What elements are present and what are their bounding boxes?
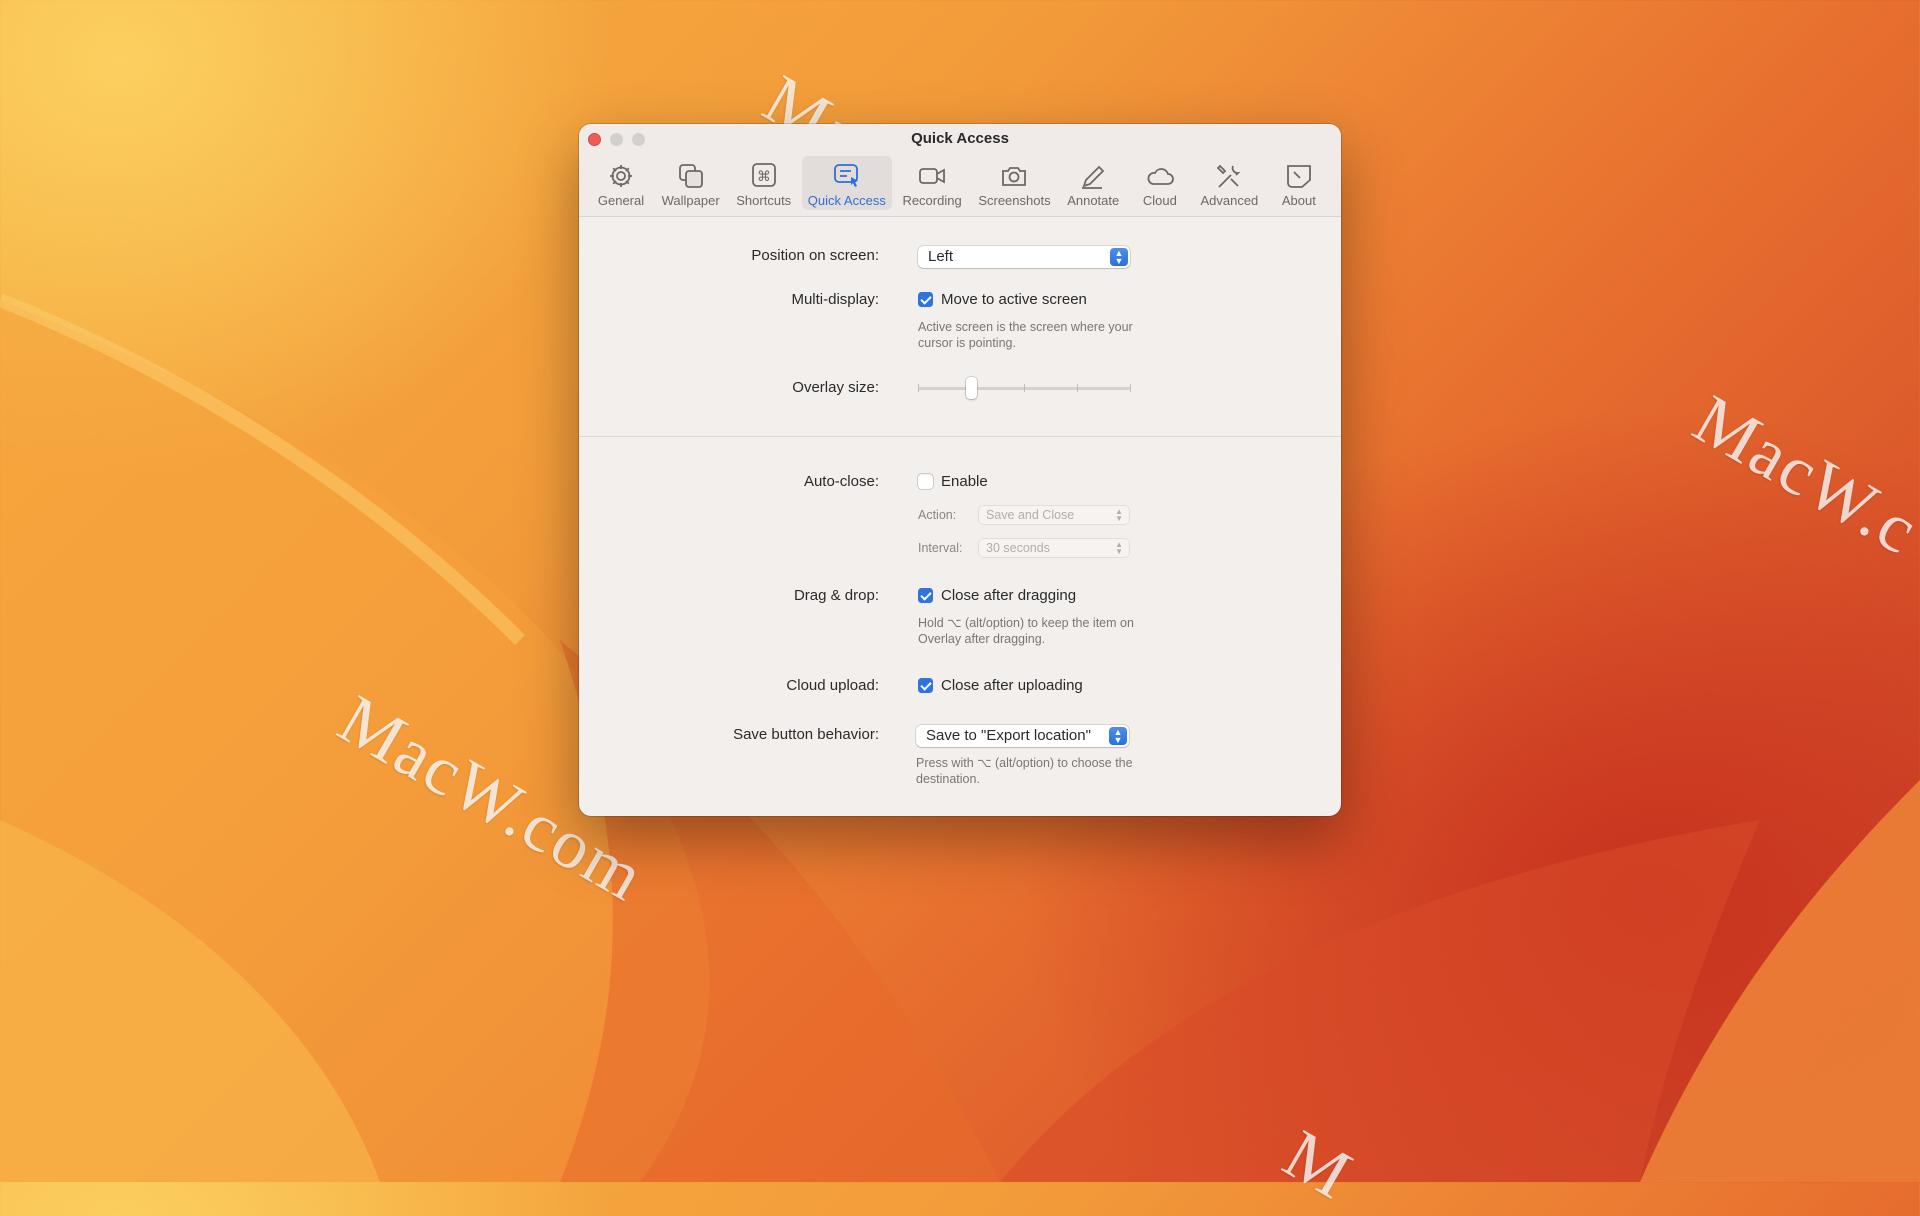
preferences-window: Quick Access General Wallpaper ⌘ Shortcu… xyxy=(579,124,1341,816)
close-after-dragging-checkbox[interactable] xyxy=(918,588,933,603)
tab-shortcuts[interactable]: ⌘ Shortcuts xyxy=(730,156,797,210)
tab-label: Screenshots xyxy=(978,193,1051,208)
tab-annotate[interactable]: Annotate xyxy=(1061,156,1125,210)
popup-arrows-icon: ▲ ▼ xyxy=(1115,507,1123,523)
video-camera-icon xyxy=(919,168,945,184)
multi-display-label: Multi-display: xyxy=(791,291,879,308)
save-behavior-popup[interactable]: Save to "Export location" ▲ ▼ xyxy=(916,725,1129,747)
move-to-active-screen-checkbox[interactable] xyxy=(918,292,933,307)
tab-label: Wallpaper xyxy=(661,193,720,208)
position-popup[interactable]: Left ▲ ▼ xyxy=(918,246,1130,268)
titlebar: Quick Access General Wallpaper ⌘ Shortcu… xyxy=(579,124,1341,217)
about-icon xyxy=(1286,165,1311,188)
popup-arrows-icon: ▲ ▼ xyxy=(1110,248,1128,266)
camera-icon xyxy=(1002,167,1027,186)
auto-close-label: Auto-close: xyxy=(803,473,879,490)
command-key-icon: ⌘ xyxy=(751,163,776,187)
preferences-toolbar: General Wallpaper ⌘ Shortcuts Quick Acce… xyxy=(591,156,1329,210)
tab-screenshots[interactable]: Screenshots xyxy=(972,156,1056,210)
position-value: Left xyxy=(928,248,954,265)
tab-label: Recording xyxy=(902,193,962,208)
auto-close-enable-checkbox[interactable] xyxy=(918,474,933,489)
pencil-icon xyxy=(1082,165,1105,189)
popup-arrows-icon: ▲ ▼ xyxy=(1109,727,1127,745)
drag-drop-label: Drag & drop: xyxy=(793,587,879,604)
settings-panel: Position on screen: Left ▲ ▼ Multi-displa… xyxy=(579,217,1341,816)
cloud-icon xyxy=(1147,168,1174,185)
position-label: Position on screen: xyxy=(751,247,879,264)
interval-value: 30 seconds xyxy=(986,541,1050,555)
window-title: Quick Access xyxy=(911,130,1009,147)
tab-wallpaper[interactable]: Wallpaper xyxy=(656,156,726,210)
svg-text:⌘: ⌘ xyxy=(757,169,771,185)
action-label: Action: xyxy=(918,508,957,522)
close-after-uploading-checkbox[interactable] xyxy=(918,678,933,693)
gear-icon xyxy=(610,165,632,187)
tab-label: General xyxy=(597,193,645,208)
drag-drop-hint: Hold ⌥ (alt/option) to keep the item on … xyxy=(918,616,1134,646)
tab-label: About xyxy=(1281,193,1316,208)
save-button-behavior-label: Save button behavior: xyxy=(733,726,879,743)
save-behavior-hint: Press with ⌥ (alt/option) to choose the … xyxy=(916,756,1133,786)
tab-about[interactable]: About xyxy=(1269,156,1329,210)
checkbox-label: Close after uploading xyxy=(941,677,1083,694)
tab-cloud[interactable]: Cloud xyxy=(1130,156,1190,210)
overlay-size-slider[interactable] xyxy=(918,377,1131,399)
checkbox-label: Move to active screen xyxy=(941,291,1087,308)
tools-icon xyxy=(1217,164,1241,188)
wallpaper-icon xyxy=(678,164,703,188)
divider xyxy=(579,436,1341,437)
tab-recording[interactable]: Recording xyxy=(896,156,967,210)
tab-label: Shortcuts xyxy=(736,193,792,208)
cloud-upload-label: Cloud upload: xyxy=(786,677,879,694)
tab-label: Advanced xyxy=(1200,193,1259,208)
multi-display-hint: Active screen is the screen where your c… xyxy=(918,320,1133,350)
tab-general[interactable]: General xyxy=(591,156,651,210)
interval-label: Interval: xyxy=(918,541,963,555)
overlay-size-label: Overlay size: xyxy=(792,379,879,396)
tab-label: Quick Access xyxy=(807,193,886,208)
interval-popup[interactable]: 30 seconds ▲ ▼ xyxy=(979,539,1129,557)
slider-knob[interactable] xyxy=(965,377,977,399)
tab-label: Cloud xyxy=(1142,193,1177,208)
quick-access-icon xyxy=(833,164,858,187)
checkbox-label: Close after dragging xyxy=(941,587,1077,604)
action-popup[interactable]: Save and Close ▲ ▼ xyxy=(979,506,1129,524)
tab-quick-access[interactable]: Quick Access xyxy=(801,156,892,210)
checkbox-label: Enable xyxy=(941,473,988,490)
save-behavior-value: Save to "Export location" xyxy=(926,727,1091,744)
tab-advanced[interactable]: Advanced xyxy=(1194,156,1264,210)
action-value: Save and Close xyxy=(986,508,1075,522)
popup-arrows-icon: ▲ ▼ xyxy=(1115,540,1123,556)
tab-label: Annotate xyxy=(1067,193,1120,208)
